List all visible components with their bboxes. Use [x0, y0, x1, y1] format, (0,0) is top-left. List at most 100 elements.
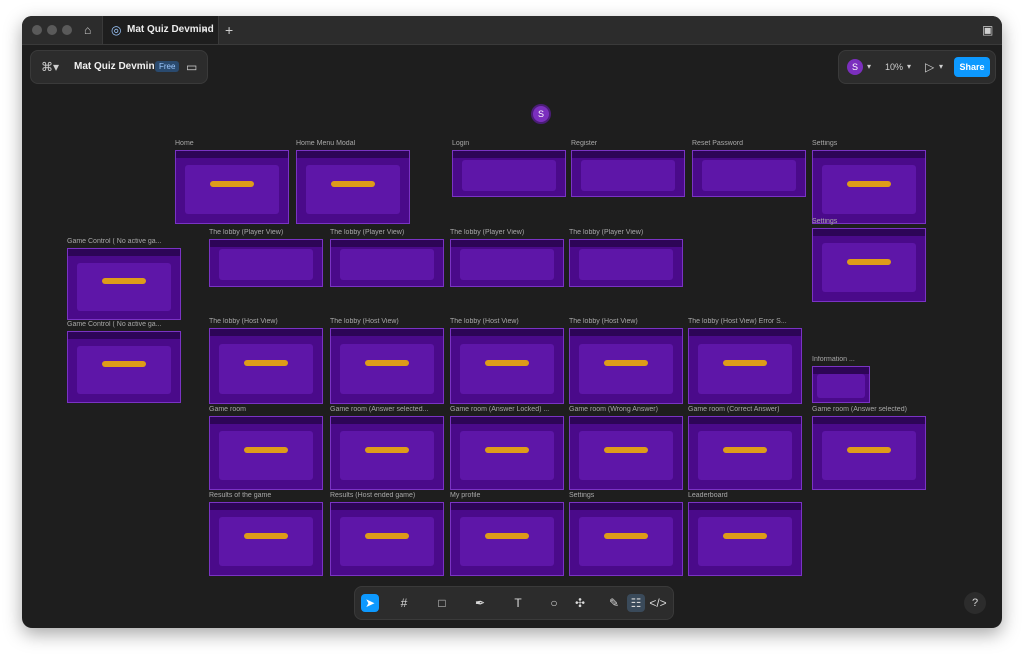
frame-label[interactable]: The lobby (Host View) — [209, 318, 327, 325]
frame-thumbnail[interactable] — [688, 416, 802, 490]
frame-label[interactable]: Results (Host ended game) — [330, 492, 448, 499]
frame-thumbnail[interactable] — [812, 366, 870, 403]
frame-label[interactable]: Game room (Answer Locked) ... — [450, 406, 568, 413]
frame-thumbnail[interactable] — [569, 416, 683, 490]
frame-tool-icon[interactable]: # — [395, 594, 413, 612]
frame-label[interactable]: Settings — [812, 140, 930, 147]
frame-thumbnail[interactable] — [67, 331, 181, 403]
frame-label[interactable]: The lobby (Host View) — [330, 318, 448, 325]
frame-label[interactable]: Login — [452, 140, 570, 147]
frame-thumbnail[interactable] — [450, 502, 564, 576]
minimize-window-button[interactable] — [47, 25, 57, 35]
frame-thumbnail[interactable] — [330, 416, 444, 490]
frame-label[interactable]: The lobby (Player View) — [330, 229, 448, 236]
move-tool-icon[interactable]: ➤ — [361, 594, 379, 612]
layers-panel-icon[interactable]: ▭ — [186, 53, 197, 81]
comment-tool-icon[interactable]: ○ — [545, 594, 563, 612]
frame-thumbnail[interactable] — [569, 239, 683, 287]
frame-thumbnail[interactable] — [571, 150, 685, 197]
frame-thumbnail[interactable] — [688, 328, 802, 404]
frame-label[interactable]: Game Control ( No active ga... — [67, 321, 185, 328]
frame-button — [243, 360, 289, 367]
frame-thumbnail[interactable] — [175, 150, 289, 224]
frame-header-bar — [689, 329, 801, 336]
frame-thumbnail[interactable] — [330, 502, 444, 576]
new-tab-button[interactable]: + — [225, 16, 233, 44]
pen-tool-icon[interactable]: ✒ — [471, 594, 489, 612]
close-icon[interactable]: × — [201, 16, 208, 44]
frame-thumbnail[interactable] — [296, 150, 410, 224]
frame-thumbnail[interactable] — [688, 502, 802, 576]
share-button[interactable]: Share — [954, 57, 990, 77]
frame-label[interactable]: Game room — [209, 406, 327, 413]
frame-label[interactable]: Game room (Answer selected... — [330, 406, 448, 413]
design-canvas[interactable]: S Home Home Menu Modal Login Register Reset … — [22, 86, 1002, 581]
frame-thumbnail[interactable] — [812, 416, 926, 490]
frame-thumbnail[interactable] — [209, 416, 323, 490]
main-menu-icon[interactable]: ⌘▾ — [41, 53, 59, 81]
file-name[interactable]: Mat Quiz Devmind — [74, 61, 161, 72]
frame-thumbnail[interactable] — [450, 416, 564, 490]
frame-label[interactable]: Home — [175, 140, 293, 147]
close-window-button[interactable] — [32, 25, 42, 35]
frame-thumbnail[interactable] — [330, 328, 444, 404]
frame-thumbnail[interactable] — [209, 502, 323, 576]
frame-label[interactable]: Game room (Answer selected) — [812, 406, 930, 413]
present-icon[interactable]: ▷ — [925, 53, 934, 81]
frame-label[interactable]: Settings — [569, 492, 687, 499]
present-chevron-icon[interactable]: ▾ — [939, 53, 943, 81]
text-tool-icon[interactable]: T — [509, 594, 527, 612]
draw-tool-icon[interactable]: ✎ — [605, 594, 623, 612]
code-tool-icon[interactable]: </> — [649, 594, 667, 612]
frame-header-bar — [813, 367, 869, 374]
frame-label[interactable]: The lobby (Player View) — [569, 229, 687, 236]
frame-label[interactable]: The lobby (Host View) — [450, 318, 568, 325]
frame-label[interactable]: The lobby (Player View) — [450, 229, 568, 236]
frame-thumbnail[interactable] — [812, 150, 926, 224]
file-tab[interactable]: ◎ Mat Quiz Devmind × — [102, 16, 219, 44]
frame-label[interactable]: The lobby (Host View) Error S... — [688, 318, 806, 325]
frame-label[interactable]: Game room (Correct Answer) — [688, 406, 806, 413]
frame-thumbnail[interactable] — [209, 239, 323, 287]
frame-thumbnail[interactable] — [569, 328, 683, 404]
frame-label[interactable]: Leaderboard — [688, 492, 806, 499]
help-button[interactable]: ? — [964, 592, 986, 614]
frame-thumbnail[interactable] — [450, 328, 564, 404]
frame-thumbnail[interactable] — [209, 328, 323, 404]
user-avatar[interactable]: S — [847, 59, 863, 75]
frame-thumbnail[interactable] — [569, 502, 683, 576]
frame-content — [339, 249, 435, 281]
frame-button — [603, 360, 649, 367]
frame-label[interactable]: The lobby (Player View) — [209, 229, 327, 236]
home-icon[interactable]: ⌂ — [84, 16, 91, 44]
frame-label[interactable]: Home Menu Modal — [296, 140, 414, 147]
frame-thumbnail[interactable] — [67, 248, 181, 320]
frame-label[interactable]: Settings — [812, 218, 930, 225]
frame-label[interactable]: Reset Password — [692, 140, 810, 147]
maximize-window-button[interactable] — [62, 25, 72, 35]
frame-label[interactable]: The lobby (Host View) — [569, 318, 687, 325]
frame-label[interactable]: My profile — [450, 492, 568, 499]
frame-thumbnail[interactable] — [330, 239, 444, 287]
frame-button — [101, 361, 147, 368]
frame-label[interactable]: Register — [571, 140, 689, 147]
dev-mode-tool-icon[interactable]: ☷ — [627, 594, 645, 612]
frame-label[interactable]: Results of the game — [209, 492, 327, 499]
frame-label[interactable]: Information ... — [812, 356, 874, 363]
frame-header-bar — [451, 329, 563, 336]
chevron-down-icon[interactable]: ▾ — [867, 53, 871, 81]
bottom-toolbar: ➤ # □ ✒ T ○ ✣ ✎ ☷ </> — [354, 586, 674, 620]
frame-label[interactable]: Game room (Wrong Answer) — [569, 406, 687, 413]
file-panel: ⌘▾ Mat Quiz Devmind Free ▭ — [30, 50, 208, 84]
zoom-chevron-icon[interactable]: ▾ — [907, 53, 911, 81]
sidebar-toggle-icon[interactable]: ▣ — [982, 16, 993, 44]
frame-thumbnail[interactable] — [452, 150, 566, 197]
frame-label[interactable]: Game Control ( No active ga... — [67, 238, 185, 245]
frame-thumbnail[interactable] — [450, 239, 564, 287]
frame-content — [817, 374, 865, 398]
frame-thumbnail[interactable] — [812, 228, 926, 302]
shape-tool-icon[interactable]: □ — [433, 594, 451, 612]
zoom-level[interactable]: 10% — [885, 53, 903, 81]
frame-thumbnail[interactable] — [692, 150, 806, 197]
actions-tool-icon[interactable]: ✣ — [571, 594, 589, 612]
